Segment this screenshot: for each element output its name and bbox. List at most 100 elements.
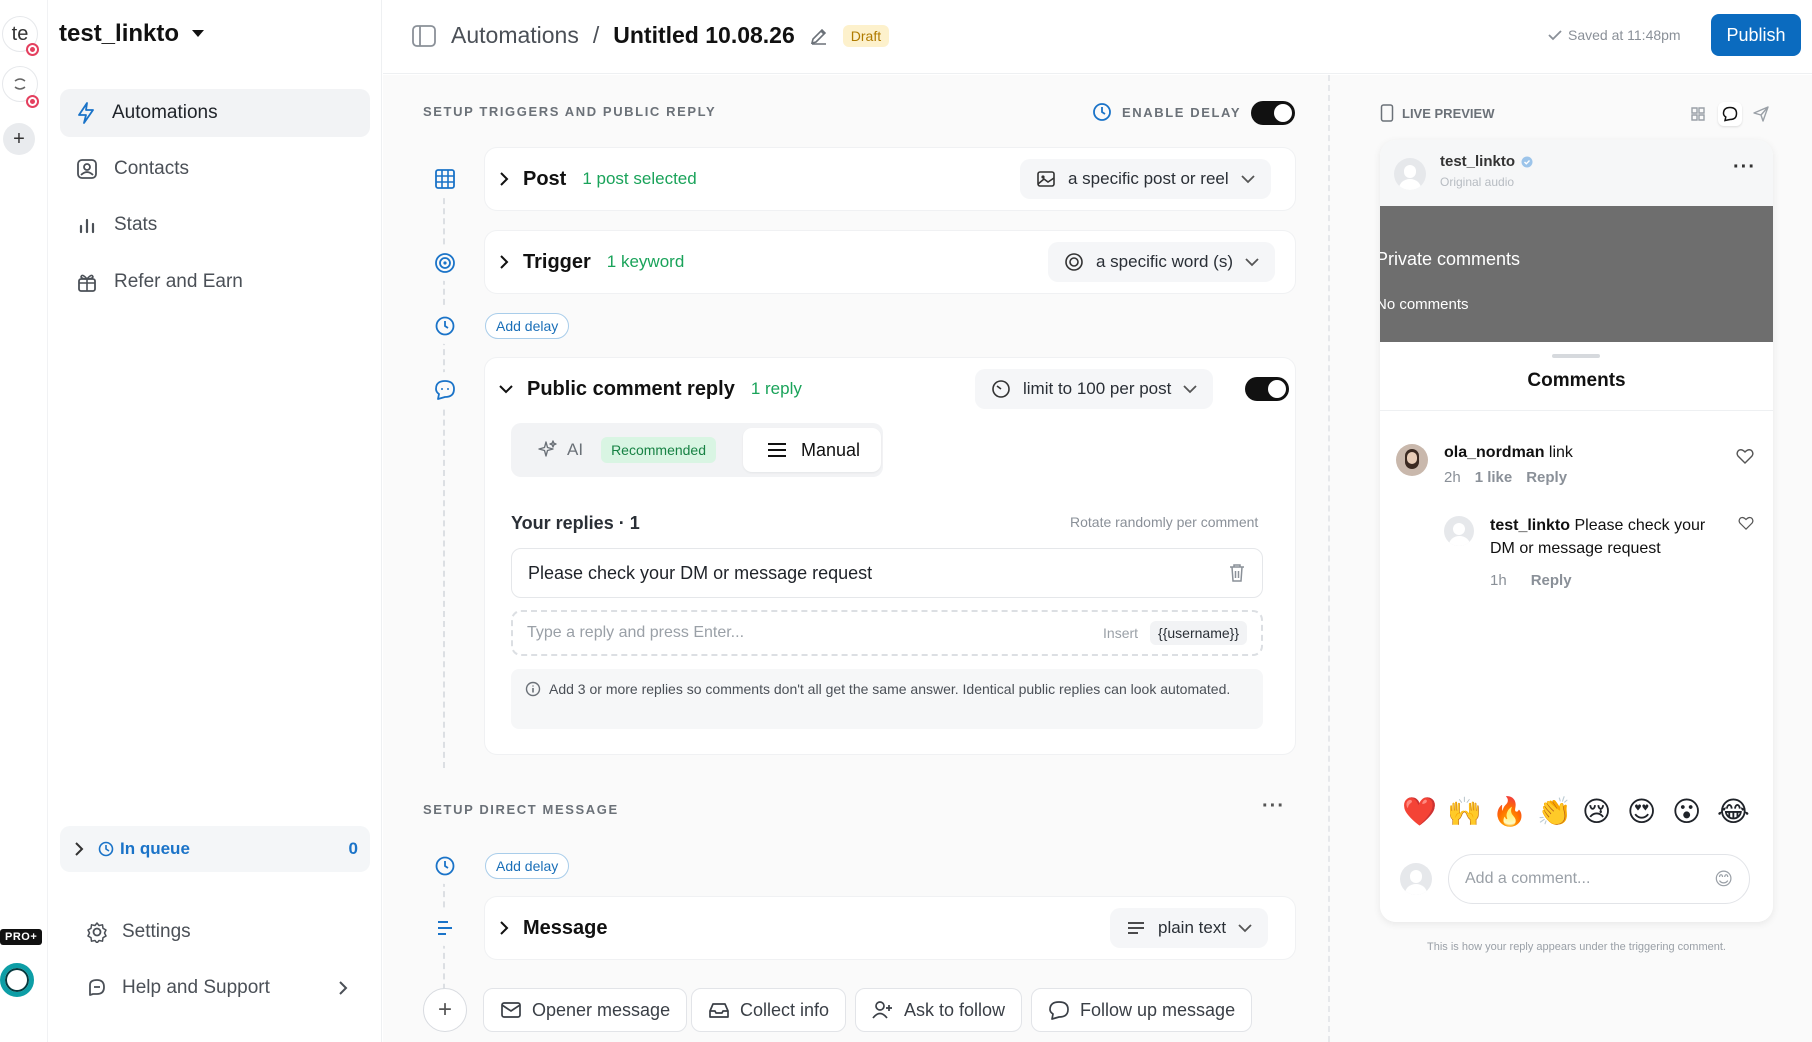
workspace-switcher[interactable]: test_linkto: [59, 20, 205, 48]
publish-button[interactable]: Publish: [1711, 14, 1801, 56]
comment-reply-button[interactable]: Reply: [1531, 572, 1572, 589]
more-options-button[interactable]: ···: [1262, 795, 1285, 818]
comment-user[interactable]: ola_nordman: [1444, 444, 1544, 461]
comment-meta: 1h Reply: [1490, 572, 1572, 589]
verified-icon: [1521, 156, 1533, 167]
opener-message-button[interactable]: Opener message: [483, 988, 688, 1032]
public-reply-toggle[interactable]: [1245, 377, 1289, 401]
public-reply-node: [427, 372, 463, 408]
emoji-heart-eyes-button[interactable]: 😍: [1627, 795, 1656, 828]
rotate-note: Rotate randomly per comment: [1070, 514, 1259, 530]
heart-icon[interactable]: [1738, 516, 1754, 530]
sidebar-item-label: Automations: [112, 102, 218, 123]
comment-text: link: [1548, 444, 1573, 461]
sidebar-item-refer[interactable]: Refer and Earn: [60, 258, 370, 306]
phone-mockup: test_linkto Original audio ··· Private c…: [1380, 140, 1773, 922]
sidebar-item-label: Settings: [122, 921, 191, 942]
add-step-button[interactable]: +: [423, 988, 467, 1032]
emoji-wow-button[interactable]: 😮: [1672, 795, 1701, 828]
reply-input[interactable]: Type a reply and press Enter... Insert {…: [511, 610, 1263, 656]
post-card[interactable]: Post 1 post selected a specific post or …: [485, 148, 1295, 210]
enable-delay-label: ENABLE DELAY: [1122, 104, 1242, 120]
post-type-select[interactable]: a specific post or reel: [1020, 159, 1271, 199]
chevron-right-icon[interactable]: [499, 921, 509, 935]
send-icon[interactable]: [1752, 105, 1770, 123]
card-title: Message: [523, 916, 608, 939]
emoji-raised-hands-button[interactable]: 🙌: [1447, 795, 1482, 828]
reply-limit-select[interactable]: limit to 100 per post: [975, 369, 1214, 409]
comment-time: 2h: [1444, 469, 1461, 486]
add-comment-input[interactable]: Add a comment... 😊: [1448, 854, 1750, 904]
clock-icon: [435, 856, 455, 876]
sidebar-item-help[interactable]: Help and Support: [86, 977, 348, 999]
sheet-handle[interactable]: [1552, 354, 1600, 358]
add-account-button[interactable]: +: [3, 123, 35, 155]
in-queue-toggle[interactable]: In queue 0: [60, 826, 370, 872]
emoji-clap-button[interactable]: 👏: [1537, 795, 1572, 828]
heart-icon[interactable]: [1736, 448, 1754, 464]
collect-info-button[interactable]: Collect info: [691, 988, 847, 1032]
save-status: Saved at 11:48pm: [1548, 27, 1681, 43]
in-queue-count: 0: [348, 839, 358, 858]
username-token-button[interactable]: {{username}}: [1150, 621, 1247, 645]
emoji-heart-button[interactable]: ❤️: [1402, 795, 1437, 828]
sidebar-item-settings[interactable]: Settings: [86, 921, 191, 943]
emoji-cry-button[interactable]: 😢: [1582, 795, 1611, 828]
mode-ai-option[interactable]: AI Recommended: [537, 437, 716, 463]
post-node: [427, 161, 463, 197]
comment-reply-button[interactable]: Reply: [1526, 469, 1567, 486]
in-queue-text: In queue: [120, 839, 190, 858]
card-title: Public comment reply: [527, 377, 735, 400]
sidebar-toggle-icon[interactable]: [411, 24, 437, 48]
comment-user[interactable]: test_linkto: [1490, 517, 1570, 534]
delay-node: [427, 308, 463, 344]
grid-view-icon[interactable]: [1688, 104, 1708, 124]
live-preview-title: LIVE PREVIEW: [1402, 105, 1495, 121]
emoji-laugh-button[interactable]: 😂: [1717, 795, 1750, 828]
sidebar-item-stats[interactable]: Stats: [60, 201, 370, 249]
chevron-down-icon[interactable]: [499, 384, 513, 394]
add-comment-placeholder: Add a comment...: [1465, 870, 1591, 887]
chevron-right-icon[interactable]: [499, 172, 509, 186]
breadcrumb-separator: /: [592, 22, 600, 48]
chip-label: Ask to follow: [904, 999, 1006, 1020]
replies-heading: Your replies · 1: [511, 513, 640, 533]
trigger-card[interactable]: Trigger 1 keyword a specific word (s): [485, 231, 1295, 293]
workspace-name: test_linkto: [59, 20, 180, 47]
sparkle-icon: [538, 440, 557, 457]
message-format-select[interactable]: plain text: [1110, 908, 1269, 948]
emoji-fire-button[interactable]: 🔥: [1492, 795, 1527, 828]
breadcrumb-root-link[interactable]: Automations: [451, 22, 579, 49]
trigger-type-select[interactable]: a specific word (s): [1048, 242, 1275, 282]
brand-ring-icon[interactable]: [0, 963, 34, 997]
mode-manual-label: Manual: [801, 439, 861, 460]
more-icon[interactable]: ···: [1733, 156, 1756, 179]
account-rail: te + PRO+: [0, 0, 48, 1042]
add-delay-button[interactable]: Add delay: [485, 853, 570, 879]
message-card[interactable]: Message plain text: [485, 897, 1295, 959]
saved-text: Saved at 11:48pm: [1568, 27, 1681, 43]
sidebar-item-label: Stats: [114, 214, 158, 235]
enable-delay-toggle[interactable]: [1251, 101, 1295, 125]
trash-icon[interactable]: [1228, 563, 1246, 583]
chevron-right-icon[interactable]: [499, 255, 509, 269]
sidebar-item-contacts[interactable]: Contacts: [60, 145, 370, 193]
reply-item[interactable]: Please check your DM or message request: [511, 548, 1263, 598]
card-title: Post: [523, 167, 567, 190]
sidebar-item-label: Help and Support: [122, 977, 270, 998]
smiley-icon[interactable]: 😊: [1714, 869, 1733, 890]
sidebar-item-automations[interactable]: Automations: [60, 89, 370, 137]
overlay-title: Private comments: [1380, 249, 1521, 269]
page-title[interactable]: Untitled 10.08.26: [613, 22, 795, 49]
avatar: [1394, 158, 1426, 190]
follow-up-message-button[interactable]: Follow up message: [1031, 988, 1253, 1032]
reel-audio: Original audio: [1440, 175, 1515, 189]
comment-likes[interactable]: 1 like: [1475, 469, 1513, 486]
add-delay-button[interactable]: Add delay: [485, 313, 570, 339]
mode-manual-option[interactable]: Manual: [743, 428, 881, 472]
comment-view-tab[interactable]: [1718, 102, 1742, 126]
pencil-icon[interactable]: [809, 26, 829, 46]
sidebar-item-label: Refer and Earn: [114, 271, 243, 292]
ask-to-follow-button[interactable]: Ask to follow: [855, 988, 1023, 1032]
section-title-triggers: SETUP TRIGGERS AND PUBLIC REPLY: [423, 104, 717, 119]
